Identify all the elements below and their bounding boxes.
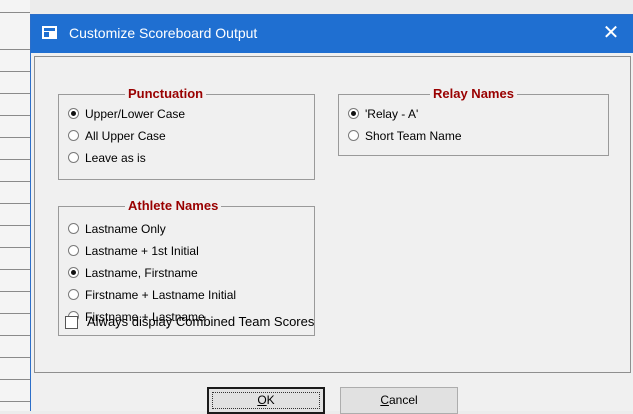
combined-team-scores-label[interactable]: Always display Combined Team Scores	[87, 314, 314, 329]
radio-indicator[interactable]	[68, 130, 79, 141]
radio-label: All Upper Case	[85, 129, 166, 143]
radio-indicator[interactable]	[68, 245, 79, 256]
radio-leave-as-is[interactable]: Leave as is	[68, 150, 146, 166]
radio-lastname-only[interactable]: Lastname Only	[68, 221, 166, 237]
punctuation-group-title: Punctuation	[125, 86, 207, 102]
ok-button[interactable]: OK	[207, 387, 325, 414]
radio-label: 'Relay - A'	[365, 107, 419, 121]
radio-lastname-firstname[interactable]: Lastname, Firstname	[68, 265, 198, 281]
radio-all-upper-case[interactable]: All Upper Case	[68, 128, 166, 144]
relay-names-group: Relay Names 'Relay - A' Short Team Name	[338, 86, 609, 156]
customize-scoreboard-dialog: Customize Scoreboard Output ✕ Punctuatio…	[30, 14, 633, 414]
radio-indicator[interactable]	[348, 130, 359, 141]
radio-label: Firstname + Lastname Initial	[85, 288, 237, 302]
punctuation-group: Punctuation Upper/Lower Case All Upper C…	[58, 86, 315, 180]
background-app-lines	[0, 0, 30, 411]
close-icon: ✕	[602, 22, 620, 44]
athlete-names-group-title: Athlete Names	[125, 198, 222, 214]
radio-relay-a[interactable]: 'Relay - A'	[348, 106, 418, 122]
radio-label: Upper/Lower Case	[85, 107, 186, 121]
radio-label: Short Team Name	[365, 129, 462, 143]
combined-team-scores-checkbox[interactable]	[65, 316, 78, 329]
cancel-mnemonic: C	[380, 393, 389, 407]
radio-upper-lower-case[interactable]: Upper/Lower Case	[68, 106, 185, 122]
focus-rectangle	[212, 392, 320, 409]
title-bar: Customize Scoreboard Output ✕	[31, 15, 633, 53]
radio-indicator[interactable]	[68, 289, 79, 300]
radio-lastname-1st-initial[interactable]: Lastname + 1st Initial	[68, 243, 199, 259]
radio-indicator[interactable]	[68, 223, 79, 234]
radio-indicator[interactable]	[68, 108, 79, 119]
radio-indicator[interactable]	[68, 267, 79, 278]
radio-indicator[interactable]	[348, 108, 359, 119]
window-title: Customize Scoreboard Output	[69, 25, 258, 41]
radio-indicator[interactable]	[68, 152, 79, 163]
cancel-label-rest: ancel	[388, 393, 418, 407]
app-window-icon	[42, 26, 57, 39]
cancel-button[interactable]: Cancel	[340, 387, 458, 414]
radio-label: Lastname + 1st Initial	[85, 244, 199, 258]
radio-short-team-name[interactable]: Short Team Name	[348, 128, 462, 144]
radio-firstname-lastname-initial[interactable]: Firstname + Lastname Initial	[68, 287, 236, 303]
radio-label: Lastname, Firstname	[85, 266, 198, 280]
relay-names-group-title: Relay Names	[430, 86, 517, 102]
radio-label: Leave as is	[85, 151, 146, 165]
close-button[interactable]: ✕	[589, 15, 633, 53]
radio-label: Lastname Only	[85, 222, 166, 236]
